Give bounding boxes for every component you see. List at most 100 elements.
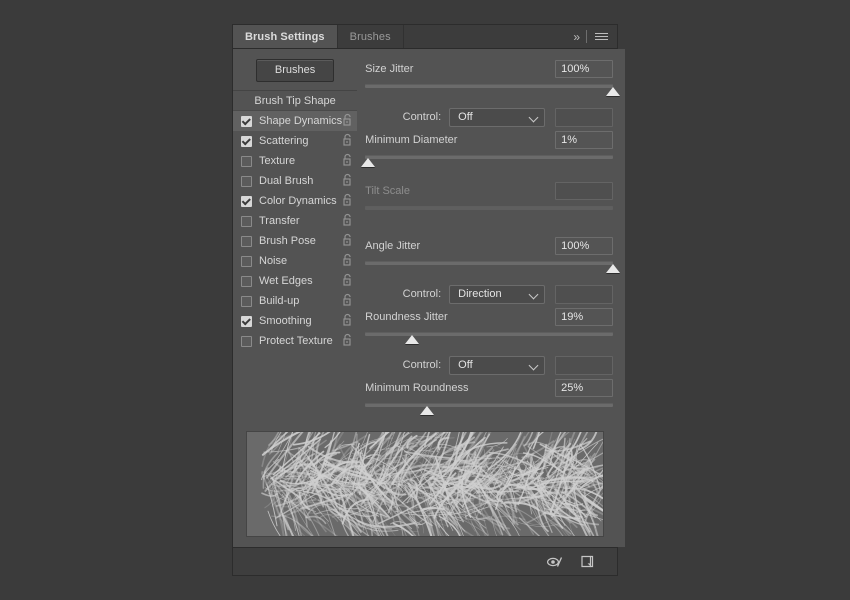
sidebar-item-label: Protect Texture [259, 335, 333, 347]
sidebar-item-brush-tip-shape[interactable]: Brush Tip Shape [233, 91, 358, 111]
lock-icon[interactable] [342, 153, 353, 169]
angle-jitter-control-select[interactable]: Direction [449, 284, 546, 304]
app-root: Brush Settings Brushes » Brushes Brush T [0, 0, 850, 600]
angle-jitter-control-value: Direction [458, 287, 502, 300]
checkbox-shape-dynamics[interactable] [241, 115, 252, 127]
lock-icon[interactable] [342, 193, 353, 209]
sidebar-item-label: Dual Brush [259, 175, 314, 187]
roundness-jitter-control-select[interactable]: Off [449, 355, 546, 375]
sidebar-item-brush-pose[interactable]: Brush Pose [233, 231, 357, 251]
checkbox-color-dynamics[interactable] [241, 195, 252, 207]
sidebar-item-noise[interactable]: Noise [233, 251, 357, 271]
sidebar-item-transfer[interactable]: Transfer [233, 211, 357, 231]
roundness-jitter-control-extra-field[interactable] [555, 355, 614, 375]
lock-icon[interactable] [342, 273, 353, 289]
angle-jitter-slider[interactable] [365, 259, 621, 277]
new-brush-icon[interactable] [580, 554, 595, 569]
hamburger-menu-icon[interactable] [594, 31, 609, 42]
checkbox-brush-pose[interactable] [241, 235, 252, 247]
tab-brushes-label: Brushes [349, 30, 391, 43]
sidebar-item-protect-texture[interactable]: Protect Texture [233, 331, 357, 351]
checkbox-smoothing[interactable] [241, 315, 252, 327]
tab-brush-settings[interactable]: Brush Settings [233, 25, 338, 48]
tab-brush-settings-label: Brush Settings [245, 30, 325, 43]
minimum-roundness-label: Minimum Roundness [365, 382, 469, 394]
size-jitter-control-select[interactable]: Off [449, 107, 546, 127]
brushes-button[interactable]: Brushes [255, 59, 335, 82]
checkbox-scattering[interactable] [241, 135, 252, 147]
slider-track [365, 332, 614, 336]
slider-handle[interactable] [606, 264, 621, 273]
checkbox-protect-texture[interactable] [241, 335, 252, 347]
sidebar-item-shape-dynamics[interactable]: Shape Dynamics [233, 111, 358, 131]
chevron-down-icon [530, 362, 538, 370]
size-jitter-value[interactable]: 100% [555, 60, 614, 78]
sidebar-item-label: Transfer [259, 215, 300, 227]
toggle-brush-preview-icon[interactable] [546, 555, 564, 569]
tab-brushes[interactable]: Brushes [337, 25, 404, 48]
slider-handle[interactable] [360, 158, 375, 167]
slider-handle[interactable] [606, 87, 621, 96]
size-jitter-control-row: Control: Off [365, 106, 614, 128]
minimum-roundness-slider[interactable] [365, 401, 614, 419]
checkbox-dual-brush[interactable] [241, 175, 252, 187]
tilt-scale-row: Tilt Scale [365, 181, 614, 201]
roundness-jitter-value[interactable]: 19% [555, 308, 614, 326]
lock-icon[interactable] [342, 213, 353, 229]
brush-stroke-preview-canvas [261, 432, 603, 536]
roundness-jitter-slider[interactable] [365, 330, 614, 348]
roundness-jitter-control-value: Off [458, 358, 473, 371]
panel-header-actions: » [573, 25, 617, 48]
panel-footer [233, 547, 617, 575]
sidebar-item-wet-edges[interactable]: Wet Edges [233, 271, 357, 291]
angle-jitter-row: Angle Jitter 100% [365, 236, 614, 256]
lock-icon[interactable] [342, 253, 353, 269]
sidebar-item-label: Scattering [259, 135, 309, 147]
lock-icon[interactable] [342, 133, 353, 149]
sidebar-item-smoothing[interactable]: Smoothing [233, 311, 357, 331]
sidebar-item-label: Shape Dynamics [259, 115, 343, 127]
checkbox-transfer[interactable] [241, 215, 252, 227]
lock-icon[interactable] [342, 233, 353, 249]
sidebar-item-texture[interactable]: Texture [233, 151, 357, 171]
lock-icon[interactable] [342, 293, 353, 309]
brush-stroke-preview [246, 431, 604, 537]
brush-options-list: Brush Tip Shape Shape Dynamics Scatterin… [233, 90, 358, 351]
brush-settings-panel: Brush Settings Brushes » Brushes Brush T [232, 24, 626, 576]
sidebar-item-color-dynamics[interactable]: Color Dynamics [233, 191, 357, 211]
lock-icon[interactable] [342, 173, 353, 189]
lock-icon[interactable] [342, 333, 353, 349]
angle-jitter-value[interactable]: 100% [555, 237, 614, 255]
checkbox-texture[interactable] [241, 155, 252, 167]
angle-jitter-control-extra-field[interactable] [555, 284, 614, 304]
lock-icon[interactable] [342, 313, 353, 329]
minimum-diameter-value[interactable]: 1% [555, 131, 614, 149]
chevron-down-icon [530, 291, 538, 299]
header-divider [586, 30, 587, 43]
sidebar-item-build-up[interactable]: Build-up [233, 291, 357, 311]
size-jitter-control-extra-field[interactable] [555, 107, 614, 127]
sidebar-item-label: Noise [259, 255, 288, 267]
lock-icon[interactable] [342, 113, 353, 129]
checkbox-build-up[interactable] [241, 295, 252, 307]
slider-track [365, 261, 614, 265]
chevron-double-right-icon[interactable]: » [573, 31, 580, 43]
sidebar-item-scattering[interactable]: Scattering [233, 131, 357, 151]
panel-body: Brushes Brush Tip Shape Shape Dynamics S… [233, 49, 626, 547]
angle-jitter-control-row: Control: Direction [365, 283, 614, 305]
size-jitter-slider[interactable] [365, 82, 621, 100]
minimum-diameter-row: Minimum Diameter 1% [365, 130, 614, 150]
size-jitter-row: Size Jitter 100% [365, 59, 614, 79]
checkbox-wet-edges[interactable] [241, 275, 252, 287]
minimum-diameter-slider[interactable] [360, 153, 614, 171]
brushes-button-container: Brushes [233, 55, 357, 90]
slider-handle[interactable] [405, 335, 420, 344]
minimum-diameter-label: Minimum Diameter [365, 134, 458, 146]
minimum-roundness-value[interactable]: 25% [555, 379, 614, 397]
checkbox-noise[interactable] [241, 255, 252, 267]
slider-handle[interactable] [420, 406, 435, 415]
tilt-scale-slider [365, 204, 614, 222]
sidebar-item-label: Color Dynamics [259, 195, 337, 207]
size-jitter-label: Size Jitter [365, 63, 414, 75]
sidebar-item-dual-brush[interactable]: Dual Brush [233, 171, 357, 191]
